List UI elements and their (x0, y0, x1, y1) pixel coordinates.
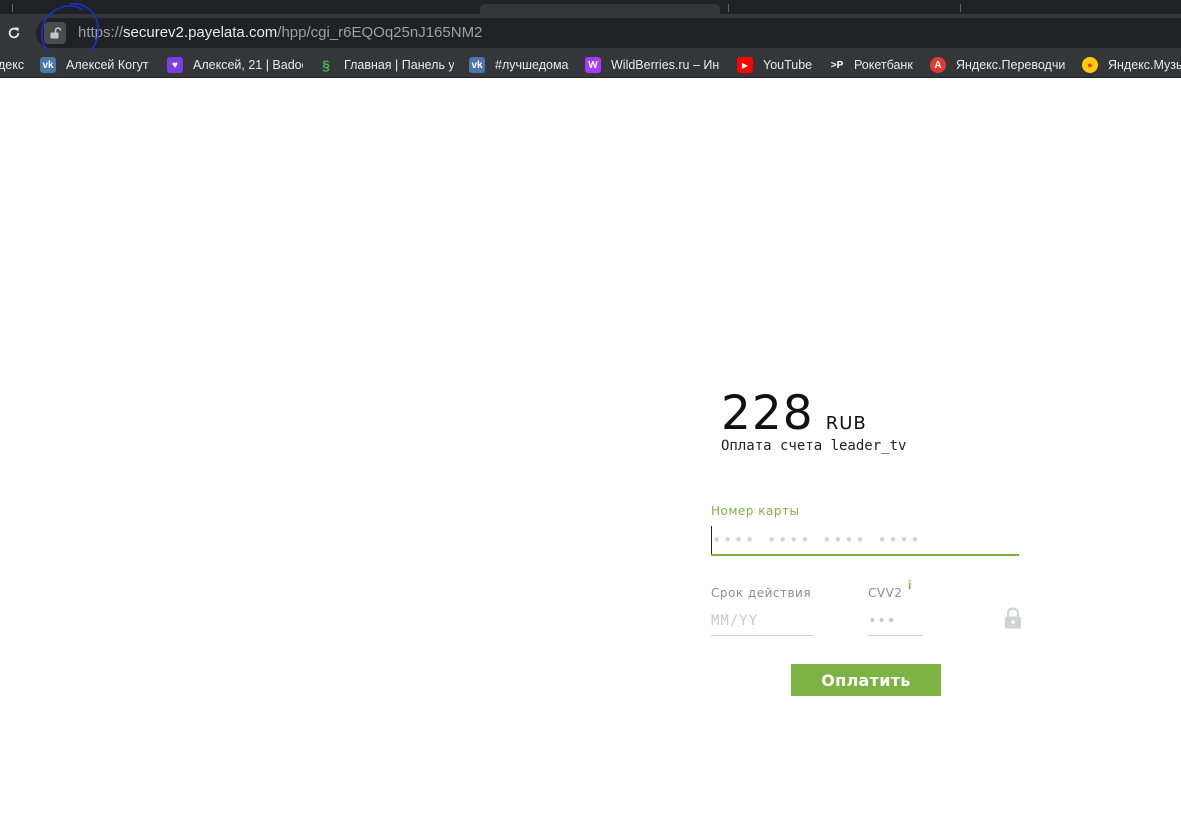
pay-button[interactable]: Оплатить (791, 664, 941, 696)
bookmark-yandex-music[interactable]: ● Яндекс.Музы (1082, 52, 1181, 77)
bookmark-label: декс (0, 58, 25, 72)
tab-separator (12, 4, 13, 12)
bookmark-badoo[interactable]: ♥ Алексей, 21 | Badoo (167, 52, 303, 77)
url-path: /hpp/cgi_r6EQOq25nJ165NM2 (277, 24, 483, 41)
expiry-label: Срок действия (711, 586, 812, 600)
expiry-field (711, 606, 813, 636)
insecure-lock-icon[interactable] (44, 22, 66, 44)
bookmark-label: Алексей, 21 | Badoo (193, 58, 303, 72)
green-s-icon: § (322, 57, 330, 73)
bookmark-youtube[interactable]: ▶ YouTube (737, 52, 819, 77)
wildberries-icon: W (585, 57, 601, 73)
bookmark-label: #лучшедома (495, 58, 569, 72)
bookmark-label: Яндекс.Музы (1108, 58, 1181, 72)
bookmark-vk-hashtag[interactable]: vk #лучшедома (469, 52, 575, 77)
active-tab[interactable] (480, 4, 720, 14)
reload-icon[interactable] (4, 23, 24, 43)
tab-strip (0, 0, 1181, 14)
cvv-info-icon[interactable]: i (908, 578, 911, 592)
vk-icon: vk (469, 57, 485, 73)
bookmark-label: Яндекс.Переводчи (956, 58, 1066, 72)
cvv-input[interactable] (868, 606, 923, 635)
tab-separator (960, 4, 961, 12)
bookmark-yandex[interactable]: декс (0, 52, 32, 77)
bookmark-label: WildBerries.ru – Ин (611, 58, 720, 72)
cvv-label: CVV2 (868, 586, 903, 600)
bookmark-label: YouTube (763, 58, 813, 72)
bookmarks-bar: декс vk Алексей Когут ♥ Алексей, 21 | Ba… (0, 52, 1181, 78)
rocketbank-icon: >P (830, 59, 844, 71)
bookmark-label: Рокетбанк (854, 58, 913, 72)
bookmark-label: Главная | Панель у (344, 58, 454, 72)
url-host: securev2.payelata.com (123, 24, 278, 41)
padlock-icon (1005, 607, 1021, 629)
bookmark-yandex-translate[interactable]: A Яндекс.Переводчи (930, 52, 1068, 77)
payment-currency: RUB (825, 413, 867, 434)
payment-amount: 228 (721, 386, 814, 441)
vk-icon: vk (40, 57, 56, 73)
card-number-input[interactable] (711, 526, 1019, 554)
payment-description: Оплата счета leader_tv (721, 438, 907, 454)
bookmark-panel[interactable]: § Главная | Панель у (318, 52, 454, 77)
cvv-field (868, 606, 923, 636)
bookmark-rocketbank[interactable]: >P Рокетбанк (827, 52, 923, 77)
bookmark-label: Алексей Когут (66, 58, 149, 72)
url-scheme: https:// (78, 24, 124, 41)
tab-separator (728, 4, 729, 12)
badoo-icon: ♥ (167, 57, 183, 73)
bookmark-vk-profile[interactable]: vk Алексей Когут (40, 52, 158, 77)
card-number-label: Номер карты (711, 504, 800, 518)
yandex-music-icon: ● (1082, 57, 1098, 73)
card-number-field (711, 526, 1019, 556)
amount-row: 228 RUB (721, 386, 867, 441)
youtube-icon: ▶ (737, 57, 753, 73)
address-bar[interactable]: https://securev2.payelata.com/hpp/cgi_r6… (36, 18, 1181, 48)
url-text[interactable]: https://securev2.payelata.com/hpp/cgi_r6… (78, 24, 482, 41)
yandex-translate-icon: A (930, 57, 946, 73)
expiry-input[interactable] (711, 606, 813, 635)
bookmark-wildberries[interactable]: W WildBerries.ru – Ин (585, 52, 721, 77)
browser-toolbar: https://securev2.payelata.com/hpp/cgi_r6… (0, 14, 1181, 52)
